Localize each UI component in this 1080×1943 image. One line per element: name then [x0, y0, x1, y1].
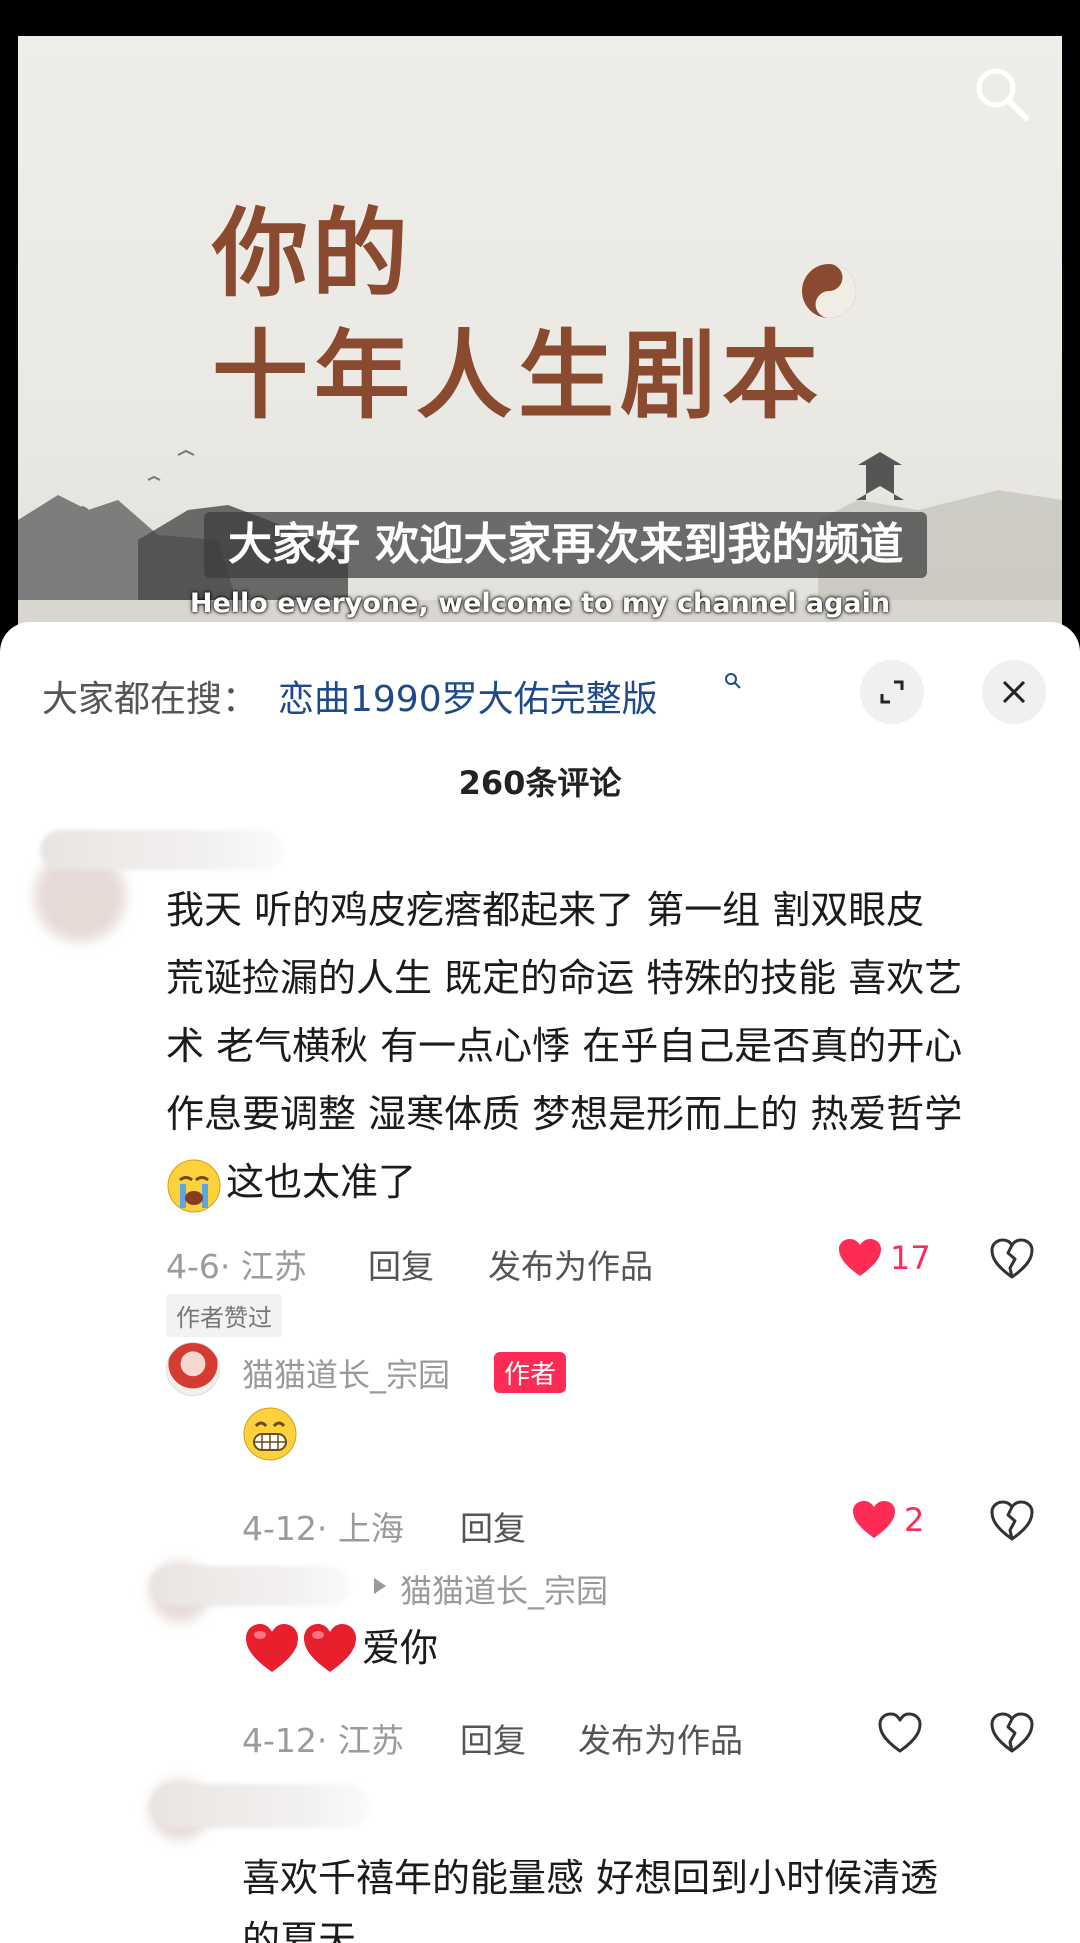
- like-count: 2: [904, 1501, 925, 1539]
- dislike-broken-heart-icon[interactable]: [990, 1500, 1034, 1542]
- reply-button[interactable]: 回复: [460, 1714, 526, 1762]
- heart-filled-icon: [853, 1501, 895, 1538]
- hot-search-prefix: 大家都在搜：: [42, 679, 259, 720]
- comment-line: 荒诞捡漏的人生 既定的命运 特殊的技能 喜欢艺: [166, 956, 963, 1000]
- comment-count: 260条评论: [458, 764, 622, 802]
- taiji-icon: [802, 264, 856, 318]
- crying-face-icon: [167, 1159, 221, 1213]
- heart-filled-icon: [839, 1239, 881, 1276]
- comment-line: 喜欢千禧年的能量感 好想回到小时候清透: [242, 1856, 939, 1900]
- hot-search-link[interactable]: 恋曲1990罗大佑完整版: [278, 670, 658, 722]
- subtitle-chinese: 大家好 欢迎大家再次来到我的频道: [204, 512, 928, 578]
- comments-topbar: 大家都在搜： 恋曲1990罗大佑完整版: [0, 660, 1080, 730]
- video-frame[interactable]: 你的 十年人生剧本 大家好 欢迎大家再次来到我的频道 Hello everyon…: [18, 36, 1062, 640]
- publish-as-work-button[interactable]: 发布为作品: [488, 1240, 653, 1288]
- username-blurred[interactable]: [150, 1566, 350, 1606]
- expand-button[interactable]: [860, 660, 924, 724]
- like-button[interactable]: 2: [852, 1500, 924, 1540]
- red-heart-icon: [304, 1624, 356, 1672]
- author-liked-badge: 作者赞过: [166, 1294, 282, 1337]
- expand-icon: [880, 680, 904, 704]
- search-icon: [725, 673, 741, 689]
- username-blurred[interactable]: [40, 830, 284, 870]
- reply-arrow-icon: [374, 1578, 386, 1594]
- reply-date-location: 4-12· 江苏: [242, 1721, 404, 1760]
- like-count: 17: [890, 1239, 931, 1277]
- dislike-broken-heart-icon[interactable]: [990, 1238, 1034, 1280]
- username-blurred[interactable]: [150, 1784, 370, 1828]
- dislike-broken-heart-icon[interactable]: [990, 1712, 1034, 1754]
- close-button[interactable]: [982, 660, 1046, 724]
- reply-username[interactable]: 猫猫道长_宗园: [242, 1350, 450, 1396]
- reply-to-username[interactable]: 猫猫道长_宗园: [400, 1566, 608, 1612]
- video-player[interactable]: 你的 十年人生剧本 大家好 欢迎大家再次来到我的频道 Hello everyon…: [0, 0, 1080, 640]
- grinning-face-icon: [243, 1407, 297, 1461]
- reply-text: 爱你: [362, 1626, 439, 1670]
- author-badge: 作者: [494, 1352, 567, 1393]
- heart-outline-icon[interactable]: [878, 1712, 922, 1754]
- comment-line: 这也太准了: [226, 1160, 417, 1204]
- red-heart-icon: [246, 1624, 298, 1672]
- search-icon[interactable]: [970, 62, 1034, 126]
- comment-line: 作息要调整 湿寒体质 梦想是形而上的 热爱哲学: [166, 1092, 963, 1136]
- comment-line: 我天 听的鸡皮疙瘩都起来了 第一组 割双眼皮: [166, 888, 925, 932]
- comment-line: 术 老气横秋 有一点心悸 在乎自己是否真的开心: [166, 1024, 963, 1068]
- reply-button[interactable]: 回复: [460, 1502, 526, 1550]
- subtitle-english: Hello everyone, welcome to my channel ag…: [189, 588, 891, 619]
- comment-line: 的夏天: [242, 1918, 357, 1943]
- reply-button[interactable]: 回复: [368, 1240, 434, 1288]
- reply-date-location: 4-12· 上海: [242, 1509, 404, 1548]
- publish-as-work-button[interactable]: 发布为作品: [578, 1714, 743, 1762]
- comment-date-location: 4-6· 江苏: [166, 1247, 307, 1286]
- video-title-line1: 你的: [212, 197, 412, 310]
- comments-sheet: 大家都在搜： 恋曲1990罗大佑完整版 260条评论 我天 听的鸡皮疙瘩都起来了…: [0, 622, 1080, 1943]
- author-avatar[interactable]: [166, 1342, 220, 1396]
- close-icon: [1002, 680, 1026, 704]
- like-button[interactable]: 17: [838, 1238, 931, 1278]
